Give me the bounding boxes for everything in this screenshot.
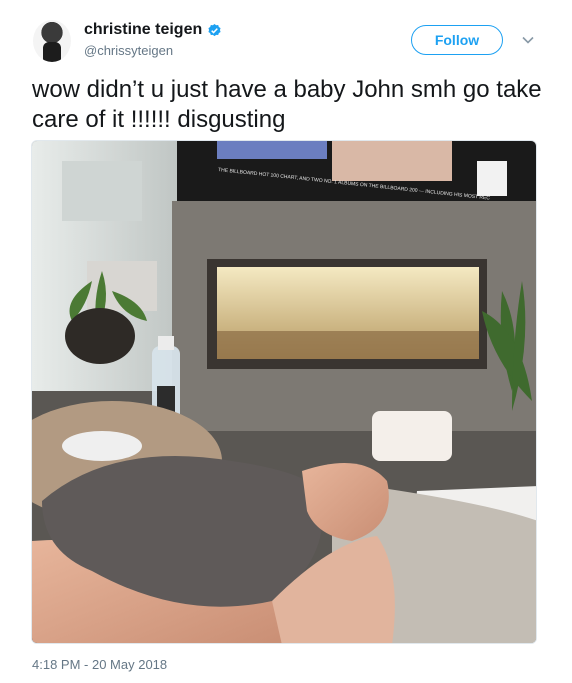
display-name[interactable]: christine teigen — [84, 21, 222, 39]
user-handle[interactable]: @chrissyteigen — [84, 43, 173, 58]
photo-scene: THE BILLBOARD HOT 100 CHART, AND TWO NO.… — [32, 141, 536, 643]
tweet-timestamp[interactable]: 4:18 PM - 20 May 2018 — [32, 657, 167, 672]
tweet-photo[interactable]: THE BILLBOARD HOT 100 CHART, AND TWO NO.… — [31, 140, 537, 644]
verified-badge-icon — [208, 23, 221, 36]
avatar[interactable] — [33, 20, 71, 62]
display-name-text[interactable]: christine teigen — [84, 21, 202, 39]
tweet-text: wow didn’t u just have a baby John smh g… — [32, 76, 542, 133]
follow-button[interactable]: Follow — [411, 25, 503, 55]
chevron-down-icon[interactable] — [521, 33, 535, 47]
